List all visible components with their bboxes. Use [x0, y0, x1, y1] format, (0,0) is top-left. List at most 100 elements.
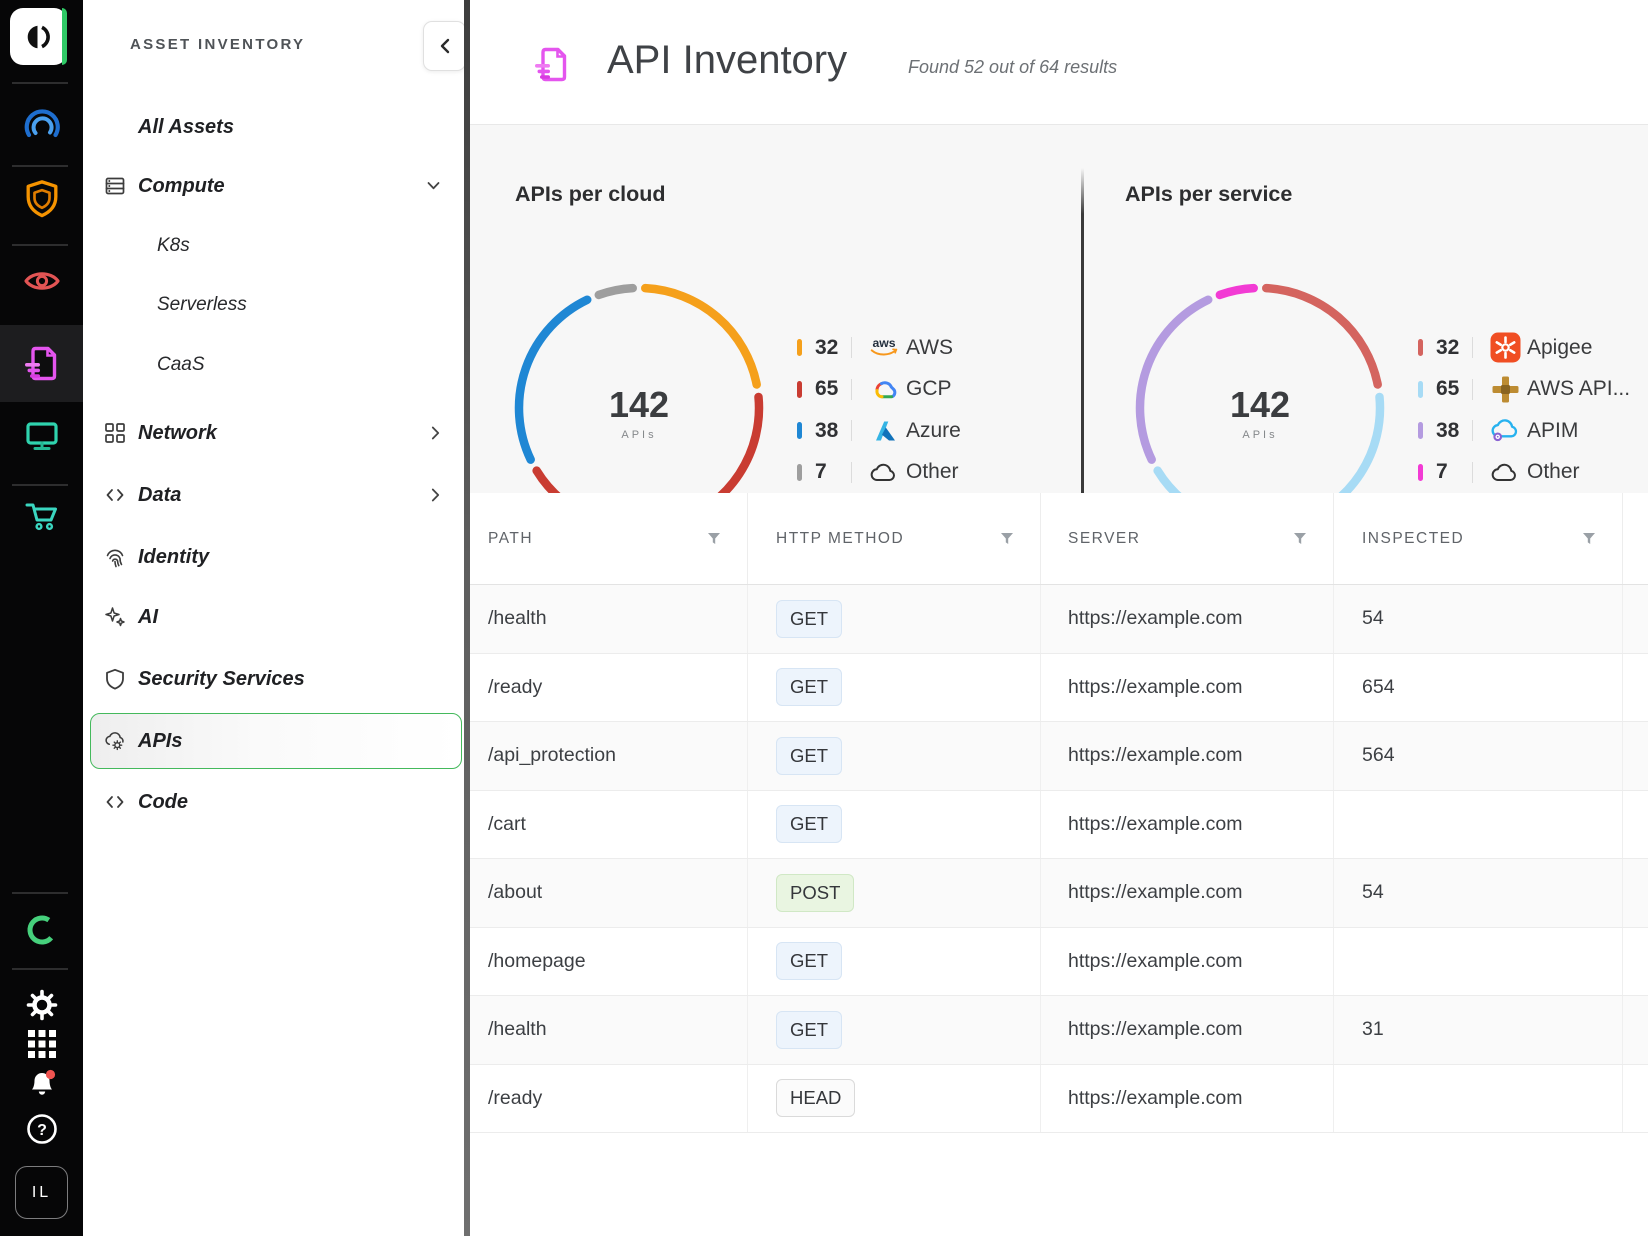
table-row[interactable]: /readyHEADhttps://example.com — [470, 1065, 1648, 1134]
cell-inspected: 654 — [1334, 654, 1623, 722]
filter-funnel-icon[interactable] — [1582, 532, 1596, 545]
sidebar-title: ASSET INVENTORY — [130, 36, 305, 53]
shield-outline-icon — [103, 667, 127, 691]
legend-item-azure: 38Azure — [797, 410, 961, 452]
sidebar-item-label: CaaS — [157, 354, 205, 376]
sidebar-item-network[interactable]: Network — [83, 408, 464, 458]
svg-text:?: ? — [37, 1122, 47, 1139]
cell-inspected: 564 — [1334, 722, 1623, 790]
cell-http-method: GET — [748, 654, 1041, 722]
sidebar-item-compute[interactable]: Compute — [83, 161, 464, 211]
sidebar-item-data[interactable]: Data — [83, 470, 464, 520]
chevron-down-icon[interactable] — [427, 182, 440, 191]
user-avatar-initials[interactable]: IL — [15, 1166, 68, 1219]
cell-path: /homepage — [470, 928, 748, 996]
donut-segment-aws — [645, 288, 756, 384]
cart-icon[interactable] — [0, 498, 83, 536]
sidebar-item-label: All Assets — [138, 116, 234, 139]
apigee-logo — [1489, 332, 1521, 363]
legend-item-aws: 32awsAWS — [797, 327, 961, 369]
cell-stub — [1623, 1065, 1648, 1133]
orca-ring-icon[interactable] — [0, 910, 83, 950]
chevron-right-icon[interactable] — [431, 488, 440, 502]
legend-value: 7 — [815, 460, 849, 484]
cell-stub — [1623, 654, 1648, 722]
legend-separator — [1472, 379, 1473, 400]
legend-separator — [851, 462, 852, 483]
apps-grid-icon[interactable] — [0, 1030, 83, 1058]
donut-segment-apim — [1140, 300, 1208, 460]
cell-inspected: 54 — [1334, 585, 1623, 653]
api-table: PATHHTTP METHODSERVERINSPECTED /healthGE… — [470, 493, 1648, 1133]
chevron-right-icon[interactable] — [431, 426, 440, 440]
sidebar-item-identity[interactable]: Identity — [83, 532, 464, 582]
legend-item-gcp: 65GCP — [797, 369, 961, 411]
sidebar-item-code[interactable]: Code — [83, 777, 464, 827]
donut-segment-azure — [519, 300, 587, 460]
cell-server: https://example.com — [1041, 996, 1334, 1064]
legend-color-bar — [797, 381, 802, 398]
cell-server: https://example.com — [1041, 654, 1334, 722]
legend-apis-per-cloud: 32awsAWS65GCP38Azure7Other — [797, 327, 961, 493]
filter-funnel-icon[interactable] — [1000, 532, 1014, 545]
table-row[interactable]: /healthGEThttps://example.com54 — [470, 585, 1648, 654]
bell-icon[interactable] — [0, 1066, 83, 1104]
code-icon — [103, 483, 127, 507]
eye-icon[interactable] — [0, 262, 83, 298]
shield-icon[interactable] — [0, 178, 83, 220]
legend-color-bar — [797, 339, 802, 356]
api-document-icon[interactable] — [0, 344, 83, 384]
sidebar-item-label: APIs — [138, 730, 182, 753]
legend-item-other: 7Other — [1418, 452, 1630, 494]
legend-color-bar — [1418, 339, 1423, 356]
legend-color-bar — [797, 422, 802, 439]
sidebar-item-ai[interactable]: AI — [83, 592, 464, 642]
cell-path: /cart — [470, 791, 748, 859]
legend-color-bar — [1418, 422, 1423, 439]
table-row[interactable]: /aboutPOSThttps://example.com54 — [470, 859, 1648, 928]
table-row[interactable]: /homepageGEThttps://example.com — [470, 928, 1648, 997]
help-icon[interactable]: ? — [0, 1112, 83, 1146]
gear-icon[interactable] — [0, 988, 83, 1022]
table-row[interactable]: /cartGEThttps://example.com — [470, 791, 1648, 860]
cell-inspected — [1334, 1065, 1623, 1133]
sidebar-item-label: Security Services — [138, 668, 305, 691]
sidebar-item-apis[interactable]: APIs — [83, 716, 464, 766]
legend-separator — [1472, 337, 1473, 358]
table-row[interactable]: /healthGEThttps://example.com31 — [470, 996, 1648, 1065]
main-content: API Inventory Found 52 out of 64 results… — [470, 0, 1648, 1236]
legend-item-aws-api-: 65AWS API... — [1418, 369, 1630, 411]
cell-stub — [1623, 928, 1648, 996]
column-header-stub — [1623, 493, 1648, 584]
orca-logo-glyph — [20, 18, 58, 56]
filter-funnel-icon[interactable] — [1293, 532, 1307, 545]
sidebar-item-label: Code — [138, 791, 188, 814]
cell-server: https://example.com — [1041, 1065, 1334, 1133]
page-header: API Inventory Found 52 out of 64 results — [470, 0, 1648, 125]
table-row[interactable]: /readyGEThttps://example.com654 — [470, 654, 1648, 723]
asset-inventory-sidebar: ASSET INVENTORY All Assets Compute K8s Serv… — [83, 0, 464, 1236]
sidebar-item-all-assets[interactable]: All Assets — [83, 102, 464, 152]
filter-funnel-icon[interactable] — [707, 532, 721, 545]
legend-value: 32 — [815, 336, 849, 360]
cell-http-method: HEAD — [748, 1065, 1041, 1133]
sidebar-item-security-services[interactable]: Security Services — [83, 654, 464, 704]
cell-stub — [1623, 722, 1648, 790]
legend-label: Apigee — [1527, 336, 1592, 360]
http-method-badge: POST — [776, 874, 854, 912]
sidebar-collapse-button[interactable] — [423, 21, 466, 71]
cell-http-method: GET — [748, 928, 1041, 996]
orca-logo[interactable] — [10, 8, 67, 65]
cell-path: /ready — [470, 654, 748, 722]
monitor-icon[interactable] — [0, 417, 83, 455]
table-row[interactable]: /api_protectionGEThttps://example.com564 — [470, 722, 1648, 791]
sidebar-item-serverless[interactable]: Serverless — [83, 280, 464, 330]
rail-divider — [12, 165, 68, 167]
sidebar-item-caas[interactable]: CaaS — [83, 340, 464, 390]
legend-label: APIM — [1527, 419, 1578, 443]
sidebar-item-k8s[interactable]: K8s — [83, 221, 464, 271]
http-method-badge: GET — [776, 942, 842, 980]
gauge-icon[interactable] — [0, 104, 83, 146]
chart-title-apis-per-cloud: APIs per cloud — [515, 182, 666, 207]
cell-path: /health — [470, 585, 748, 653]
